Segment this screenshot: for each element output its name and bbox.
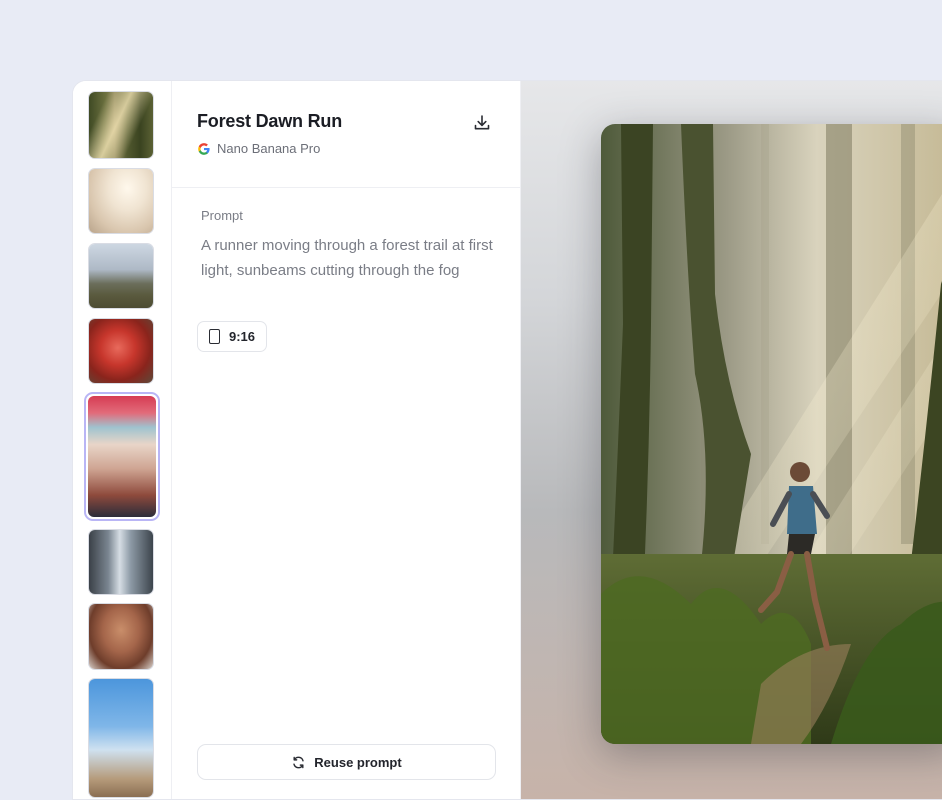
details-panel: Forest Dawn Run Nano Banana Pro Prompt A… [172,81,521,799]
download-icon [474,115,490,130]
thumbnail-1[interactable] [88,91,154,159]
preview-area [521,81,942,799]
reuse-prompt-label: Reuse prompt [314,754,402,770]
google-g-icon [198,142,210,155]
aspect-ratio-chip: 9:16 [197,321,268,352]
thumbnail-6[interactable] [88,529,154,595]
details-header: Forest Dawn Run Nano Banana Pro [172,81,520,188]
refresh-icon [293,756,304,768]
thumbnail-7[interactable] [88,603,154,670]
thumbnail-2[interactable] [88,168,154,234]
generated-image [601,124,942,744]
forest-runner-image [601,124,942,744]
prompt-text: A runner moving through a forest trail a… [201,237,493,279]
download-button[interactable] [472,113,492,133]
aspect-ratio-value: 9:16 [229,329,256,344]
portrait-ratio-icon [209,329,220,344]
reuse-prompt-button[interactable]: Reuse prompt [197,744,496,780]
model-label: Nano Banana Pro [197,141,320,156]
thumbnail-5-selected[interactable] [84,392,160,521]
model-name: Nano Banana Pro [217,141,321,156]
thumbnail-8[interactable] [88,678,154,798]
prompt-label: Prompt [201,208,243,223]
thumbnail-4[interactable] [88,318,154,384]
item-title: Forest Dawn Run [197,111,343,131]
thumbnail-rail [73,81,172,799]
thumbnail-3[interactable] [88,243,154,309]
app-window: Forest Dawn Run Nano Banana Pro Prompt A… [72,80,942,800]
